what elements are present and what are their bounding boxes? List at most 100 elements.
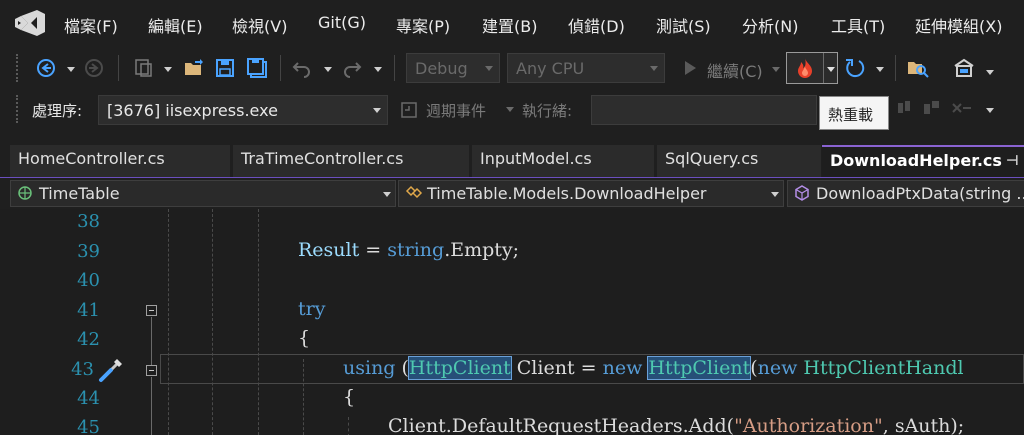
back-dropdown-caret[interactable] bbox=[67, 67, 75, 72]
menu-build[interactable]: 建置(B) bbox=[482, 13, 537, 37]
new-project-icon[interactable] bbox=[132, 56, 156, 80]
menu-extensions[interactable]: 延伸模組(X) bbox=[915, 13, 1002, 37]
quick-actions-screwdriver-icon[interactable] bbox=[98, 355, 126, 383]
open-folder-icon[interactable] bbox=[182, 56, 206, 80]
tab-label: SqlQuery.cs bbox=[665, 149, 759, 168]
collapse-using-icon[interactable] bbox=[146, 365, 157, 376]
toolbar-separator bbox=[394, 55, 395, 81]
breakpoint-margin[interactable] bbox=[0, 209, 36, 435]
tab-label: HomeController.cs bbox=[18, 149, 165, 168]
new-dropdown-caret[interactable] bbox=[164, 67, 172, 72]
menu-view[interactable]: 檢視(V) bbox=[232, 13, 287, 37]
undo-dropdown-caret[interactable] bbox=[324, 67, 332, 72]
code-token: ( bbox=[395, 357, 409, 379]
line-number: 40 bbox=[77, 270, 100, 291]
code-token: Result bbox=[298, 239, 360, 261]
menu-git[interactable]: Git(G) bbox=[318, 13, 366, 32]
thread-select[interactable] bbox=[591, 95, 817, 125]
code-token: { bbox=[343, 386, 356, 408]
window-layout-icon[interactable] bbox=[952, 56, 976, 80]
tab-inputmodel[interactable]: InputModel.cs bbox=[472, 145, 654, 177]
navigate-back-icon[interactable] bbox=[34, 56, 58, 80]
line-number: 42 bbox=[77, 329, 100, 350]
save-all-icon[interactable] bbox=[245, 56, 269, 80]
line-number: 44 bbox=[77, 388, 100, 409]
save-icon[interactable] bbox=[213, 56, 237, 80]
toolbar-separator bbox=[118, 55, 119, 81]
lifecycle-dropdown-caret[interactable] bbox=[506, 107, 514, 112]
menu-analyze[interactable]: 分析(N) bbox=[742, 13, 798, 37]
tab-label: DownloadHelper.cs bbox=[830, 151, 1002, 170]
line-number: 38 bbox=[77, 211, 100, 232]
process-value: [3676] iisexpress.exe bbox=[107, 101, 278, 120]
toolbar-overflow-caret[interactable] bbox=[986, 108, 994, 113]
tab-downloadhelper[interactable]: DownloadHelper.cs ⊣ bbox=[822, 145, 1024, 177]
solution-configuration-select[interactable]: Debug bbox=[406, 53, 500, 83]
project-dropdown[interactable]: TimeTable bbox=[10, 180, 396, 207]
indent-guide bbox=[212, 209, 213, 435]
continue-dropdown-caret[interactable] bbox=[772, 67, 780, 72]
code-editor[interactable]: 38 39 40 41 42 43 44 45 Result = string.… bbox=[0, 209, 1024, 435]
menu-tools[interactable]: 工具(T) bbox=[831, 13, 885, 37]
tab-homecontroller[interactable]: HomeController.cs bbox=[10, 145, 230, 177]
hot-reload-flame-icon bbox=[798, 58, 812, 78]
indent-guide bbox=[348, 417, 349, 435]
restart-dropdown-caret[interactable] bbox=[876, 67, 884, 72]
type-dropdown[interactable]: TimeTable.Models.DownloadHelper bbox=[398, 180, 784, 207]
code-line[interactable]: try bbox=[298, 298, 325, 320]
code-line[interactable]: { bbox=[343, 386, 355, 408]
code-line[interactable]: { bbox=[298, 327, 310, 349]
toggle-threads-icon[interactable] bbox=[920, 96, 944, 120]
lifecycle-events-button[interactable]: 週期事件 bbox=[426, 100, 486, 121]
platform-value: Any CPU bbox=[516, 59, 585, 78]
navigate-forward-icon[interactable] bbox=[82, 56, 106, 80]
code-token: Client.DefaultRequestHeaders.Add( bbox=[388, 415, 735, 435]
toolbar-grip[interactable] bbox=[16, 95, 22, 123]
line-number: 43 bbox=[71, 359, 94, 380]
hot-reload-button[interactable] bbox=[786, 52, 838, 84]
visual-studio-logo-icon[interactable] bbox=[13, 10, 47, 36]
code-token: using bbox=[343, 357, 396, 379]
collapse-try-icon[interactable] bbox=[146, 305, 157, 316]
show-threads-icon[interactable] bbox=[950, 96, 974, 120]
toolbar-grip[interactable] bbox=[16, 54, 22, 82]
menu-test[interactable]: 測試(S) bbox=[656, 13, 711, 37]
stack-frame-icon[interactable] bbox=[893, 96, 917, 120]
tab-tratimecontroller[interactable]: TraTimeController.cs bbox=[233, 145, 469, 177]
line-number: 41 bbox=[77, 300, 100, 321]
continue-button[interactable]: 繼續(C) bbox=[707, 58, 763, 82]
menu-bar: 檔案(F) 編輯(E) 檢視(V) Git(G) 專案(P) 建置(B) 偵錯(… bbox=[0, 0, 1024, 46]
code-token: HttpClientHandl bbox=[803, 357, 964, 379]
member-dropdown[interactable]: DownloadPtxData(string ... bbox=[787, 180, 1024, 207]
menu-debug[interactable]: 偵錯(D) bbox=[568, 13, 625, 37]
hot-reload-dropdown-caret[interactable] bbox=[827, 67, 835, 72]
line-number: 45 bbox=[77, 417, 100, 435]
code-line[interactable]: using (HttpClient Client = new HttpClien… bbox=[343, 356, 964, 380]
pin-icon[interactable]: ⊣ bbox=[1006, 153, 1019, 169]
continue-play-icon[interactable] bbox=[678, 56, 702, 80]
outline-line bbox=[151, 317, 152, 365]
tab-sqlquery[interactable]: SqlQuery.cs bbox=[657, 145, 821, 177]
indent-guide bbox=[258, 209, 259, 435]
menu-file[interactable]: 檔案(F) bbox=[64, 13, 118, 37]
code-token: = bbox=[359, 239, 388, 261]
solution-platform-select[interactable]: Any CPU bbox=[507, 53, 665, 83]
undo-icon[interactable] bbox=[290, 56, 314, 80]
code-line[interactable]: Result = string.Empty; bbox=[298, 239, 519, 261]
toolbar-overflow-caret[interactable] bbox=[986, 70, 994, 75]
menu-project[interactable]: 專案(P) bbox=[396, 13, 450, 37]
menu-edit[interactable]: 編輯(E) bbox=[148, 13, 203, 37]
redo-icon[interactable] bbox=[340, 56, 364, 80]
process-select[interactable]: [3676] iisexpress.exe bbox=[98, 95, 388, 125]
lifecycle-events-icon[interactable] bbox=[397, 98, 421, 122]
outline-line bbox=[151, 377, 152, 435]
indent-guide bbox=[168, 209, 169, 435]
code-token: "Authorization" bbox=[734, 415, 883, 435]
redo-dropdown-caret[interactable] bbox=[374, 67, 382, 72]
chevron-down-icon bbox=[771, 192, 779, 197]
code-token: Client = bbox=[510, 357, 603, 379]
find-in-files-icon[interactable] bbox=[906, 56, 930, 80]
restart-icon[interactable] bbox=[843, 56, 867, 80]
code-line[interactable]: Client.DefaultRequestHeaders.Add("Author… bbox=[388, 415, 964, 435]
thread-label: 執行緒: bbox=[522, 102, 573, 120]
